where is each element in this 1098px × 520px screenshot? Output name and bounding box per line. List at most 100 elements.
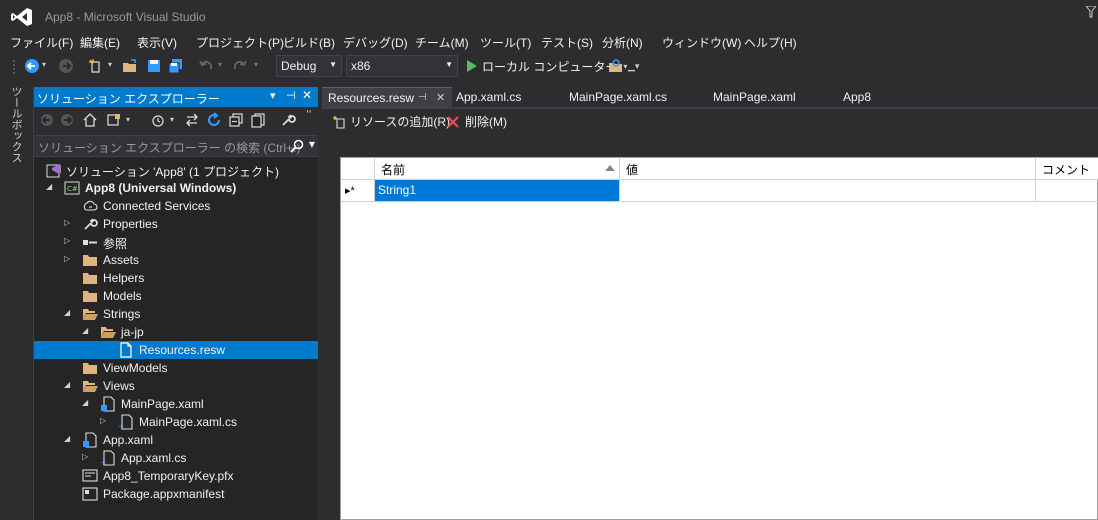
sync-with-active-document-icon[interactable] [184,112,200,128]
tree-item[interactable]: ソリューション 'App8' (1 プロジェクト) [34,161,318,179]
pin-icon[interactable]: ⊣ [286,89,296,102]
column-header-name[interactable]: 名前 [375,158,620,180]
window-position-dropdown-icon[interactable]: ▾ [270,89,276,102]
tab-app-xaml-cs[interactable]: App.xaml.cs [450,87,527,107]
show-all-files-icon[interactable] [250,112,266,128]
menu-build[interactable]: ビルド(B) [283,34,335,51]
menu-tools[interactable]: ツール(T) [480,34,531,51]
tree-item[interactable]: ▷ Assets [34,251,318,269]
back-icon[interactable] [24,58,40,74]
column-header-comment[interactable]: コメント [1036,158,1098,180]
collapse-icon[interactable]: ◢ [64,434,74,446]
menu-project[interactable]: プロジェクト(P) [196,34,284,51]
tree-item[interactable]: ◢ ja-jp [34,323,318,341]
menu-edit[interactable]: 編集(E) [80,34,120,51]
collapse-icon[interactable]: ◢ [82,326,92,338]
forward-icon[interactable] [58,58,74,74]
search-options-dropdown-icon[interactable]: ▼ [309,140,315,149]
undo-dropdown-icon[interactable]: ▾ [218,60,222,69]
start-debugging-button[interactable]: ローカル コンピューター ▾ [466,54,627,78]
save-icon[interactable] [146,58,162,74]
undo-icon[interactable] [198,58,214,74]
name-cell[interactable]: String1 [375,180,620,201]
pin-tab-icon[interactable]: ⊣ [418,92,427,103]
tree-item[interactable]: ◢ C# App8 (Universal Windows) [34,179,318,197]
redo-dropdown-icon[interactable]: ▾ [254,60,258,69]
home-icon[interactable] [82,112,98,128]
menu-view[interactable]: 表示(V) [137,34,177,51]
toolbox-tab[interactable]: ツールボックス [8,86,24,163]
tab-app8[interactable]: App8 [837,87,877,107]
properties-wrench-icon[interactable] [280,112,296,128]
switch-views-dropdown-icon[interactable]: ▾ [126,115,130,124]
switch-views-icon[interactable] [106,112,122,128]
save-all-icon[interactable] [168,58,184,74]
tree-item[interactable]: ▷ 参照 [34,233,318,251]
row-header[interactable]: ▸* [341,180,375,201]
toolbar-overflow-icon[interactable]: '' [306,109,312,120]
menu-file[interactable]: ファイル(F) [10,34,73,51]
tree-item[interactable]: ▷ Properties [34,215,318,233]
comment-cell[interactable] [1036,180,1098,201]
search-icon[interactable] [290,139,304,153]
solution-platform-dropdown[interactable]: x86 ▼ [346,55,458,77]
tab-resources-resw[interactable]: Resources.resw ⊣ ✕ [322,87,452,107]
pending-changes-filter-icon[interactable] [150,112,166,128]
back-dropdown-icon[interactable]: ▾ [42,60,46,69]
menu-analyze[interactable]: 分析(N) [602,34,643,51]
delete-resource-button[interactable]: 削除(M) [446,113,507,130]
expand-icon[interactable]: ▷ [64,254,74,266]
collapse-icon[interactable]: ◢ [46,182,56,194]
tree-item[interactable]: ▷ + MainPage.xaml.cs [34,413,318,431]
collapse-icon[interactable]: ◢ [82,398,92,410]
solution-configuration-dropdown[interactable]: Debug ▼ [276,55,342,77]
menu-help[interactable]: ヘルプ(H) [744,34,797,51]
add-resource-button[interactable]: リソースの追加(R) [332,113,450,130]
back-icon[interactable] [40,113,54,127]
expand-icon[interactable]: ▷ [64,236,74,248]
collapse-icon[interactable]: ◢ [64,308,74,320]
open-file-icon[interactable] [122,58,138,74]
value-cell[interactable] [620,180,1036,201]
toolbar-grip-icon [13,60,15,74]
expand-icon[interactable]: ▷ [64,218,74,230]
tree-item[interactable]: ◢ MainPage.xaml [34,395,318,413]
tree-item[interactable]: ◢ Strings [34,305,318,323]
tree-item[interactable]: ViewModels [34,359,318,377]
tree-item[interactable]: App8_TemporaryKey.pfx [34,467,318,485]
filter-icon[interactable] [1086,6,1096,18]
tree-item[interactable]: ◢ App.xaml [34,431,318,449]
row-header-corner [341,158,375,180]
filter-dropdown-icon[interactable]: ▾ [170,115,174,124]
tree-item[interactable]: Helpers [34,269,318,287]
tree-item[interactable]: Package.appxmanifest [34,485,318,503]
close-tab-icon[interactable]: ✕ [436,91,445,104]
toolbar-overflow-icon[interactable]: ▁▾ [628,62,639,72]
close-icon[interactable]: ✕ [302,88,312,102]
tab-mainpage-xaml-cs[interactable]: MainPage.xaml.cs [563,87,673,107]
menu-test[interactable]: テスト(S) [541,34,593,51]
refresh-icon[interactable] [206,112,222,128]
tree-item[interactable]: ◢ Views [34,377,318,395]
menu-window[interactable]: ウィンドウ(W) [662,34,741,51]
tree-item-selected[interactable]: Resources.resw [34,341,318,359]
find-in-files-icon[interactable] [608,58,624,74]
certificate-icon [82,469,98,482]
tree-item[interactable]: Models [34,287,318,305]
solution-explorer-search-input[interactable]: ソリューション エクスプローラー の検索 (Ctrl+:) ▼ [34,135,318,157]
menu-debug[interactable]: デバッグ(D) [343,34,408,51]
table-row[interactable]: ▸* String1 [341,180,1098,202]
forward-icon[interactable] [60,113,74,127]
new-project-icon[interactable] [88,58,104,74]
tab-mainpage-xaml[interactable]: MainPage.xaml [707,87,802,107]
column-header-value[interactable]: 値 [620,158,1036,180]
collapse-all-icon[interactable] [228,112,244,128]
menu-team[interactable]: チーム(M) [415,34,469,51]
expand-icon[interactable]: ▷ [100,416,110,428]
redo-icon[interactable] [232,58,248,74]
new-dropdown-icon[interactable]: ▾ [108,60,112,69]
tree-item[interactable]: ▷ + App.xaml.cs [34,449,318,467]
tree-item[interactable]: Connected Services [34,197,318,215]
collapse-icon[interactable]: ◢ [64,380,74,392]
expand-icon[interactable]: ▷ [82,452,92,464]
